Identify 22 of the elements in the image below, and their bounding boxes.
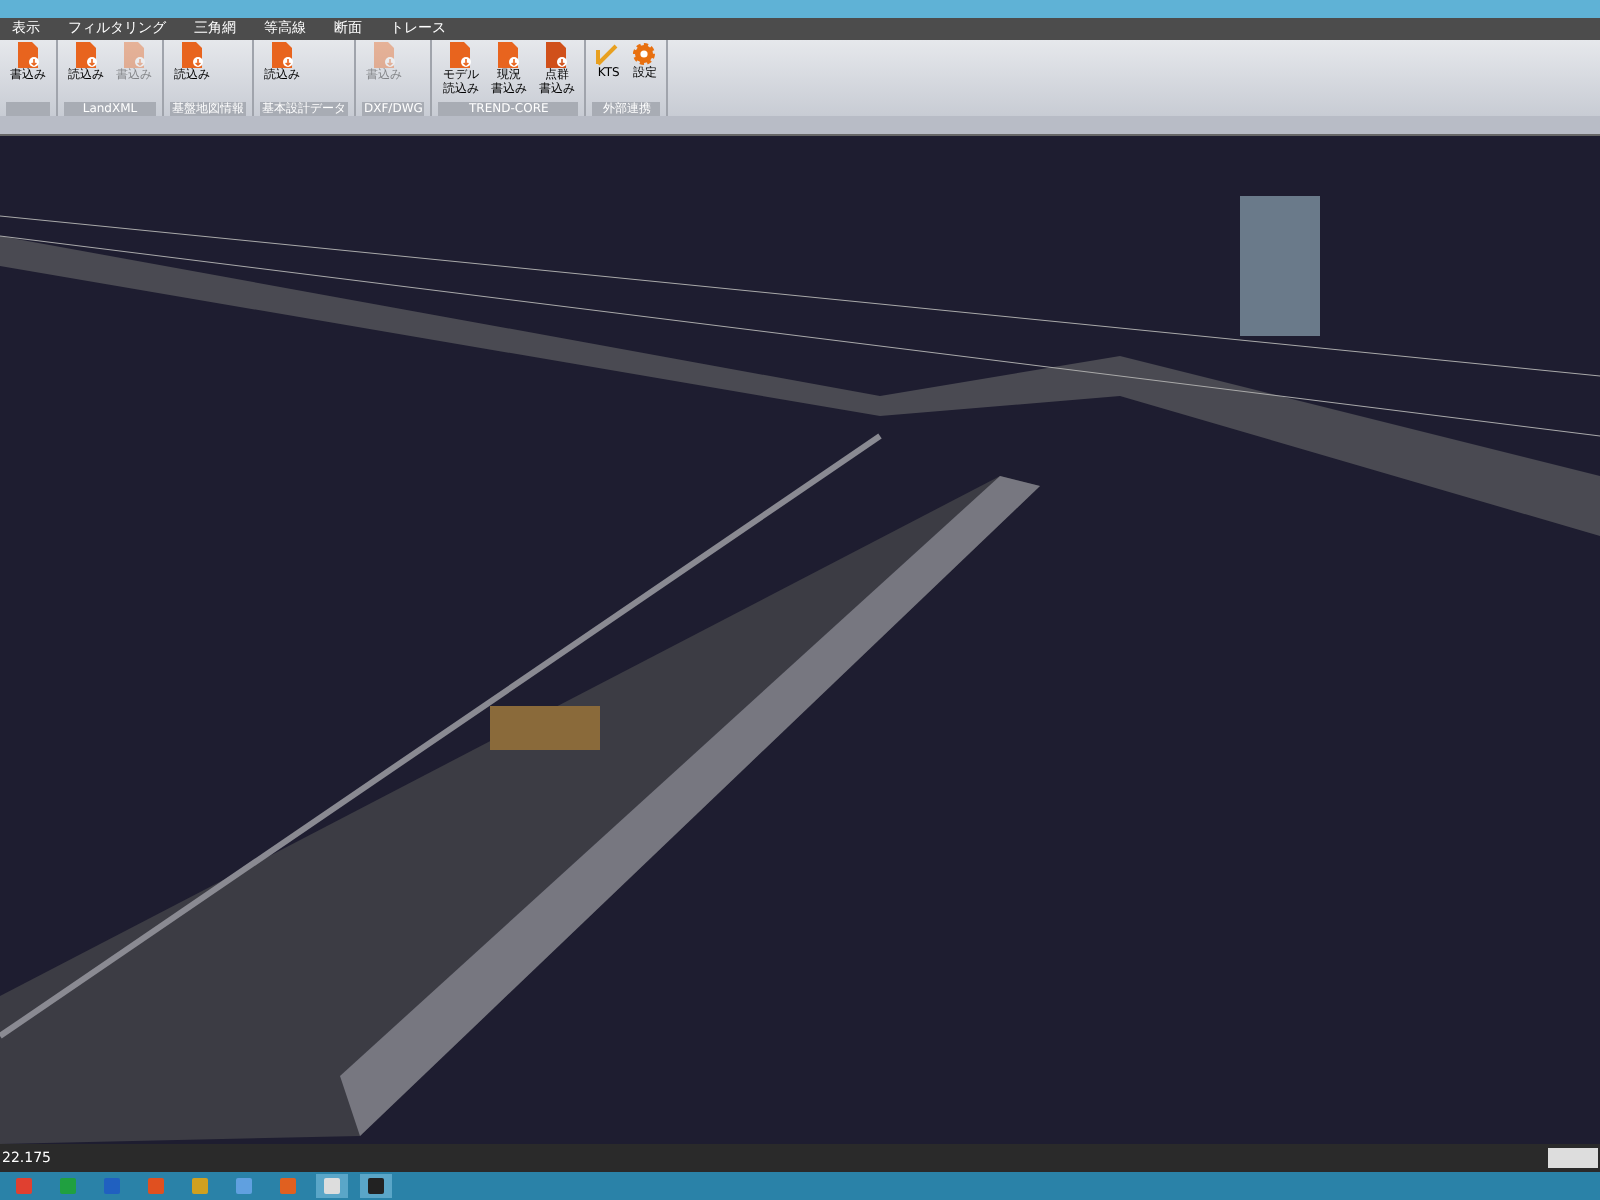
file-icon <box>544 42 569 68</box>
file-icon <box>448 42 473 68</box>
group-label-bar <box>6 102 50 116</box>
app-icon <box>192 1178 208 1194</box>
app-icon <box>280 1178 296 1194</box>
app-icon <box>236 1178 252 1194</box>
app-icon <box>324 1178 340 1194</box>
file-icon <box>496 42 521 68</box>
app-icon <box>148 1178 164 1194</box>
file-icon <box>372 42 396 68</box>
file-icon <box>180 42 204 68</box>
file-icon <box>122 42 146 68</box>
app-icon <box>104 1178 120 1194</box>
app-icon <box>16 1178 32 1194</box>
file-icon <box>270 42 294 68</box>
gear-icon <box>632 42 657 66</box>
file-icon <box>74 42 98 68</box>
status-icon <box>1548 1148 1598 1168</box>
app-icon <box>60 1178 76 1194</box>
taskbar-button[interactable] <box>360 1174 392 1198</box>
app-icon <box>368 1178 384 1194</box>
file-icon <box>16 42 40 68</box>
